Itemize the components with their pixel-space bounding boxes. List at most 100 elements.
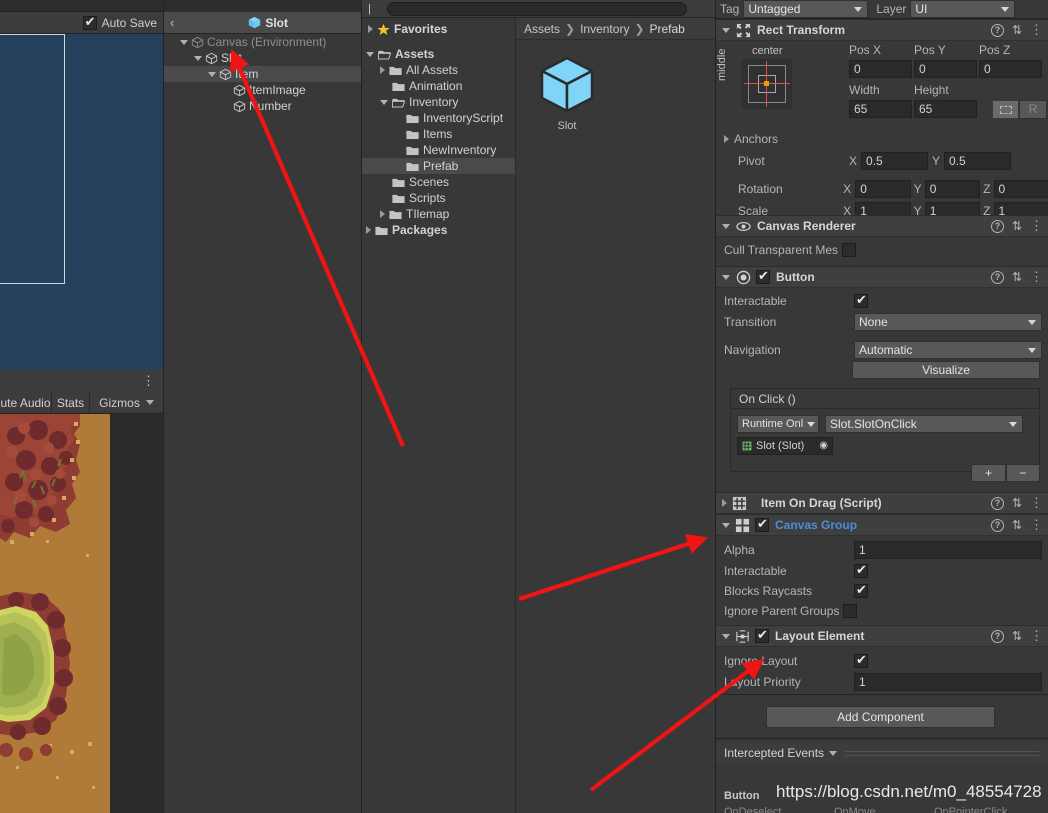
rotation-row[interactable]: Rotation X 0 Y 0 Z 0 — [716, 179, 1048, 199]
tag-dropdown[interactable]: Untagged — [743, 0, 869, 18]
help-icon[interactable]: ? — [990, 518, 1004, 532]
preset-icon[interactable]: ⇅ — [1012, 496, 1022, 510]
asset-browser[interactable]: Assets ❯ Inventory ❯ Prefab Slot — [515, 18, 715, 813]
kebab-menu-icon[interactable]: ⋮ — [1030, 518, 1043, 531]
help-icon[interactable]: ? — [990, 270, 1004, 284]
rotation-x-field[interactable]: 0 — [855, 180, 911, 198]
on-click-add-remove[interactable]: + − — [971, 464, 1040, 484]
anchors-row[interactable]: Anchors — [716, 129, 1048, 149]
pos-fields-row[interactable]: 0 0 0 — [849, 60, 1042, 78]
asset-grid[interactable]: Slot — [516, 40, 715, 132]
game-view-menu-icon[interactable]: ⋮ — [142, 374, 155, 387]
ignore-parent-groups-row[interactable]: Ignore Parent Groups — [716, 601, 1048, 621]
ignore-parent-groups-checkbox[interactable] — [843, 604, 858, 618]
project-folder-tilemap[interactable]: TIlemap — [362, 206, 515, 222]
pos-x-field[interactable]: 0 — [849, 60, 912, 78]
project-folder-scripts[interactable]: Scripts — [362, 190, 515, 206]
add-component-button[interactable]: Add Component — [766, 706, 995, 728]
button-enabled-checkbox[interactable] — [756, 268, 770, 284]
button-interactable-checkbox[interactable] — [854, 292, 868, 308]
kebab-menu-icon[interactable]: ⋮ — [1030, 629, 1043, 642]
event-function-dropdown[interactable]: Slot.SlotOnClick — [825, 415, 1023, 433]
button-navigation-dropdown[interactable]: Automatic — [854, 341, 1042, 359]
pos-z-field[interactable]: 0 — [979, 60, 1042, 78]
breadcrumb-item-1[interactable]: Inventory — [580, 22, 629, 36]
canvas-renderer-chevron-down-icon[interactable] — [722, 223, 730, 229]
preset-icon[interactable]: ⇅ — [1012, 23, 1022, 37]
rotation-y-field[interactable]: 0 — [924, 180, 981, 198]
anchor-preset-box[interactable] — [742, 59, 792, 109]
layout-priority-row[interactable]: Layout Priority 1 — [716, 672, 1048, 692]
component-header-rect-transform[interactable]: Rect Transform ? ⇅ ⋮ — [716, 19, 1048, 41]
folder-chevron-right-icon[interactable] — [380, 210, 385, 218]
project-folder-all-assets[interactable]: All Assets — [362, 62, 515, 78]
game-view-panel[interactable]: ⋮ ute Audio Stats Gizmos — [0, 370, 163, 813]
folder-chevron-down-icon[interactable] — [366, 51, 374, 57]
project-folder-packages[interactable]: Packages — [362, 222, 515, 238]
asset-item-slot[interactable]: Slot — [530, 56, 604, 132]
item-on-drag-chevron-right-icon[interactable] — [722, 499, 727, 507]
project-folder-scenes[interactable]: Scenes — [362, 174, 515, 190]
hierarchy-item-canvas-environment[interactable]: Canvas (Environment) — [164, 34, 362, 50]
project-folder-prefab[interactable]: Prefab — [362, 158, 515, 174]
kebab-menu-icon[interactable]: ⋮ — [1030, 496, 1043, 509]
project-favorites-row[interactable]: Favorites — [362, 18, 515, 40]
raw-edit-button[interactable]: R — [1019, 100, 1047, 119]
preset-icon[interactable]: ⇅ — [1012, 629, 1022, 643]
rotation-z-field[interactable]: 0 — [993, 180, 1048, 198]
alpha-row[interactable]: Alpha 1 — [716, 540, 1048, 560]
folder-chevron-down-icon[interactable] — [380, 99, 388, 105]
auto-save-checkbox[interactable] — [82, 14, 97, 30]
hierarchy-panel[interactable]: ‹ Slot Canvas (Environment) Slot Item ItemI… — [163, 0, 362, 813]
rect-transform-chevron-down-icon[interactable] — [722, 27, 730, 33]
gizmos-chevron-down-icon[interactable] — [145, 400, 154, 405]
hierarchy-item-number[interactable]: Number — [164, 98, 362, 114]
preset-icon[interactable]: ⇅ — [1012, 518, 1022, 532]
blueprint-mode-button[interactable] — [992, 100, 1019, 119]
on-click-box[interactable]: On Click () Runtime Onl Slot.SlotOnClick… — [730, 388, 1040, 472]
component-header-layout-element[interactable]: Layout Element ? ⇅ ⋮ — [716, 625, 1048, 647]
ignore-layout-checkbox[interactable] — [854, 652, 868, 668]
project-folder-inventoryscript[interactable]: InventoryScript — [362, 110, 515, 126]
project-folder-tree[interactable]: Assets All Assets Animation Inventory Invent… — [362, 46, 515, 238]
stats-button[interactable]: Stats — [52, 392, 90, 413]
breadcrumb[interactable]: Assets ❯ Inventory ❯ Prefab — [516, 18, 715, 40]
pivot-row[interactable]: Pivot X 0.5 Y 0.5 — [716, 151, 1048, 171]
pos-y-field[interactable]: 0 — [914, 60, 977, 78]
component-header-button[interactable]: Button ? ⇅ ⋮ — [716, 266, 1048, 288]
button-chevron-down-icon[interactable] — [722, 274, 730, 280]
mute-audio-button[interactable]: ute Audio — [0, 392, 52, 413]
help-icon[interactable]: ? — [990, 496, 1004, 510]
help-icon[interactable]: ? — [990, 629, 1004, 643]
component-header-canvas-group[interactable]: Canvas Group ? ⇅ ⋮ — [716, 514, 1048, 536]
project-folder-assets[interactable]: Assets — [362, 46, 515, 62]
hierarchy-item-itemimage[interactable]: ItemImage — [164, 82, 362, 98]
blocks-raycasts-checkbox[interactable] — [854, 582, 868, 598]
canvas-group-chevron-down-icon[interactable] — [722, 522, 730, 528]
gizmos-button[interactable]: Gizmos — [90, 392, 163, 413]
cull-transparent-mesh-row[interactable]: Cull Transparent Mes — [716, 240, 1048, 260]
layout-element-chevron-down-icon[interactable] — [722, 633, 730, 639]
anchors-chevron-right-icon[interactable] — [724, 135, 729, 143]
button-interactable-row[interactable]: Interactable — [716, 291, 1048, 311]
cg-interactable-row[interactable]: Interactable — [716, 561, 1048, 581]
add-event-button[interactable]: + — [971, 464, 1006, 482]
on-click-entry[interactable]: Runtime Onl Slot.SlotOnClick Slot (Slot)… — [731, 409, 1039, 455]
project-toolbar[interactable]: | — [362, 0, 716, 18]
intercepted-events-bar[interactable]: Intercepted Events — [716, 743, 1048, 763]
folder-chevron-right-icon[interactable] — [366, 226, 371, 234]
project-search-input[interactable] — [386, 1, 687, 16]
component-header-canvas-renderer[interactable]: Canvas Renderer ? ⇅ ⋮ — [716, 215, 1048, 237]
intercepted-events-dropdown[interactable]: Intercepted Events — [716, 743, 845, 763]
layout-priority-field[interactable]: 1 — [854, 673, 1042, 691]
kebab-menu-icon[interactable]: ⋮ — [1030, 270, 1043, 283]
canvas-group-enabled-checkbox[interactable] — [755, 516, 769, 532]
project-folder-inventory[interactable]: Inventory — [362, 94, 515, 110]
folder-chevron-right-icon[interactable] — [380, 66, 385, 74]
intercepted-events-chevron-down-icon[interactable] — [829, 750, 838, 756]
anchor-preset-widget[interactable]: center middle — [716, 45, 823, 119]
size-fields-row[interactable]: 65 65 — [849, 100, 977, 118]
breadcrumb-item-0[interactable]: Assets — [524, 22, 560, 36]
layer-dropdown[interactable]: UI — [910, 0, 1016, 18]
pivot-x-field[interactable]: 0.5 — [861, 152, 929, 170]
